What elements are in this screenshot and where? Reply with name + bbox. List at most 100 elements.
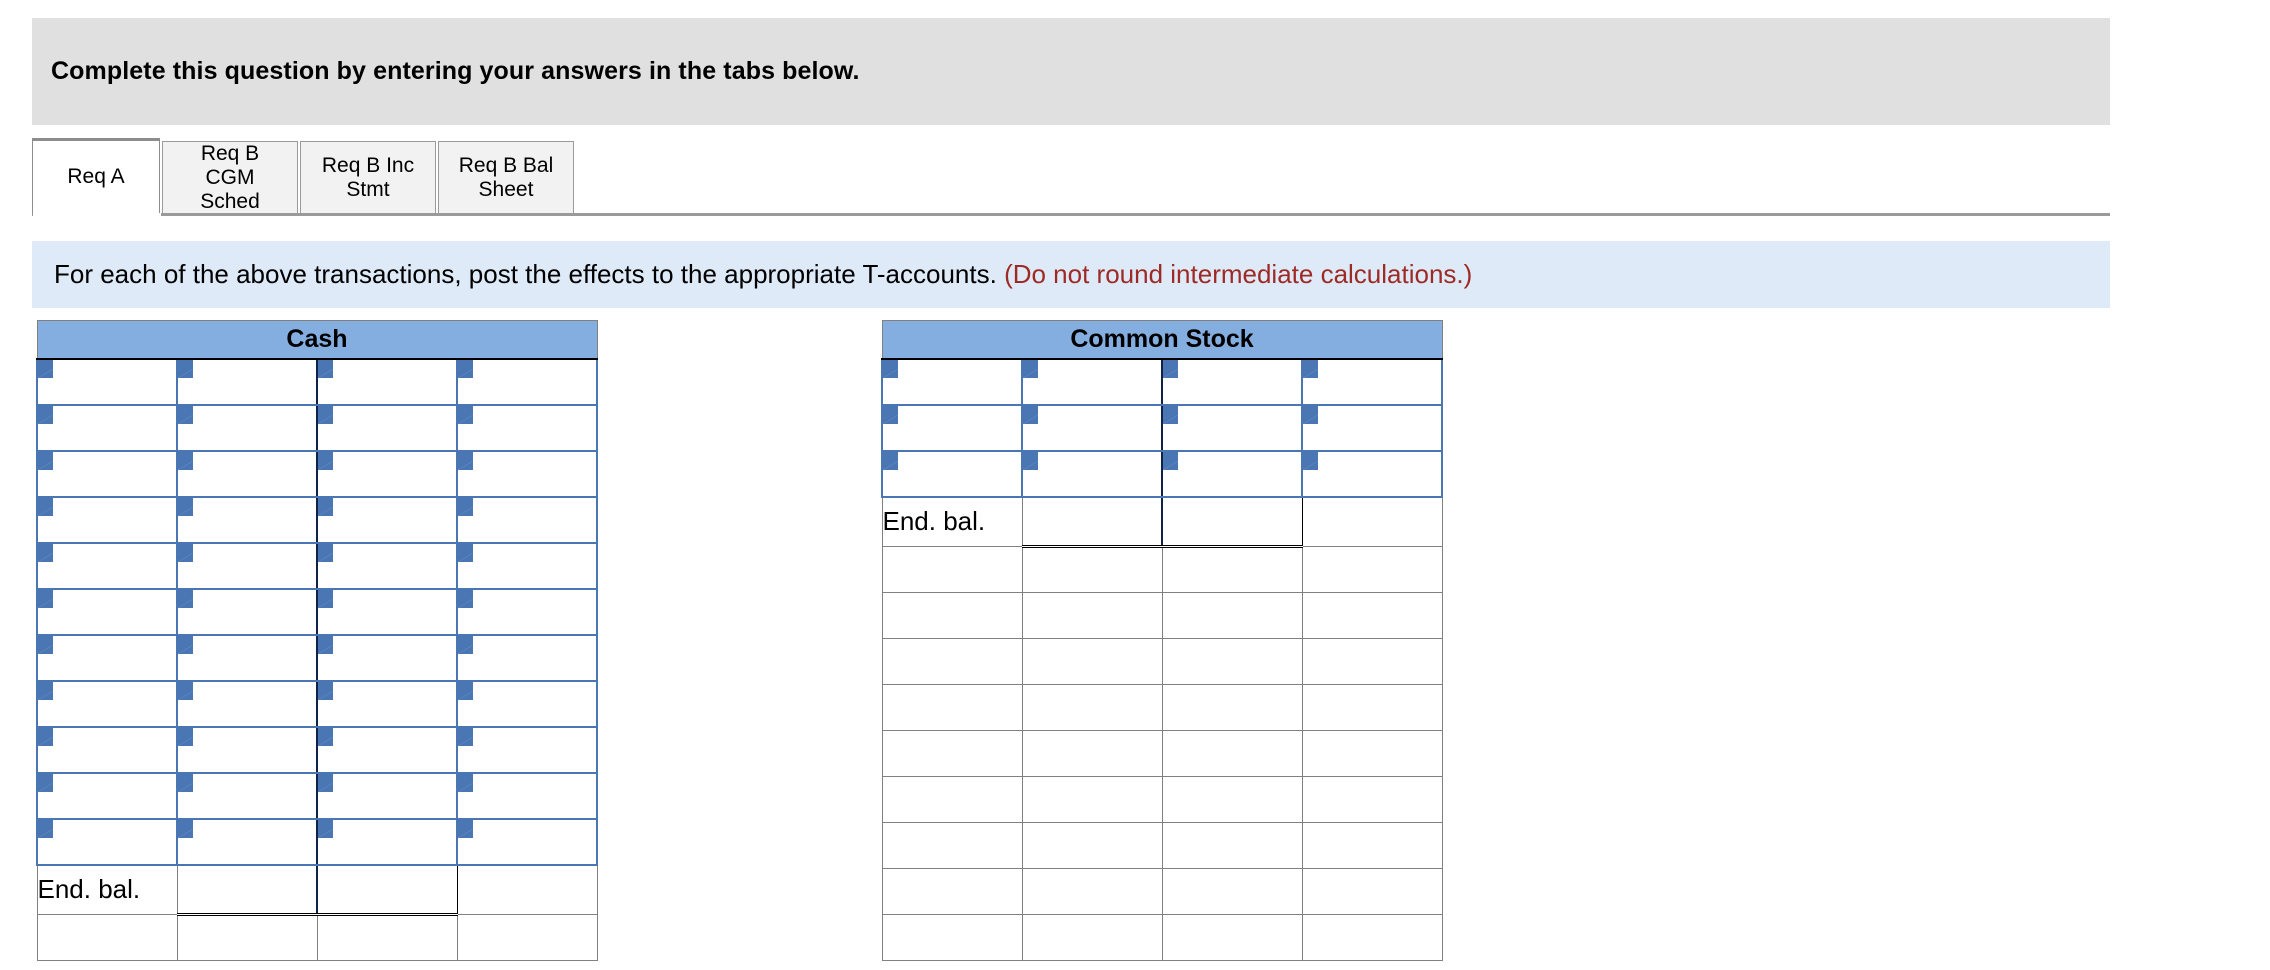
end-balance-spacer-cell bbox=[456, 863, 598, 915]
table-row bbox=[36, 541, 598, 590]
question-header-bar: Complete this question by entering your … bbox=[32, 18, 2110, 125]
account-entry-cell[interactable] bbox=[36, 495, 178, 544]
end-balance-value-cell[interactable] bbox=[176, 863, 318, 916]
account-entry-cell[interactable] bbox=[456, 403, 598, 452]
account-entry-cell[interactable] bbox=[456, 771, 598, 820]
account-header-row: Cash bbox=[36, 320, 598, 360]
account-entry-cell[interactable] bbox=[456, 817, 598, 866]
empty-cell bbox=[456, 914, 598, 961]
account-entry-cell[interactable] bbox=[316, 587, 458, 636]
account-entry-cell[interactable] bbox=[456, 679, 598, 728]
empty-cell bbox=[1021, 546, 1163, 593]
page-root: Complete this question by entering your … bbox=[0, 0, 2270, 970]
empty-cell bbox=[1021, 822, 1163, 869]
end-balance-value-cell[interactable] bbox=[1021, 495, 1163, 548]
table-row bbox=[36, 587, 598, 636]
account-entry-cell[interactable] bbox=[176, 679, 318, 728]
empty-cell bbox=[1301, 638, 1443, 685]
account-entry-cell[interactable] bbox=[316, 403, 458, 452]
end-balance-label: End. bal. bbox=[36, 863, 178, 915]
account-entry-cell[interactable] bbox=[176, 633, 318, 682]
end-balance-value-cell[interactable] bbox=[1161, 495, 1303, 548]
empty-cell bbox=[1161, 868, 1303, 915]
account-entry-cell[interactable] bbox=[176, 357, 318, 406]
account-entry-cell[interactable] bbox=[1301, 357, 1443, 406]
requirement-text: For each of the above transactions, post… bbox=[54, 259, 1005, 289]
account-entry-cell[interactable] bbox=[176, 495, 318, 544]
account-entry-cell[interactable] bbox=[1161, 449, 1303, 498]
account-entry-cell[interactable] bbox=[36, 725, 178, 774]
account-entry-cell[interactable] bbox=[456, 587, 598, 636]
table-row-empty bbox=[881, 730, 1443, 777]
account-header-row: Common Stock bbox=[881, 320, 1443, 360]
account-entry-cell[interactable] bbox=[456, 541, 598, 590]
account-entry-cell[interactable] bbox=[36, 403, 178, 452]
tab-label: Req A bbox=[67, 165, 125, 189]
account-entry-cell[interactable] bbox=[316, 679, 458, 728]
tab-req-b-cgm-sched[interactable]: Req B CGM Sched bbox=[162, 141, 298, 214]
account-entry-cell[interactable] bbox=[36, 679, 178, 728]
requirement-text-wrap: For each of the above transactions, post… bbox=[32, 259, 1472, 290]
requirement-note: (Do not round intermediate calculations.… bbox=[1004, 259, 1473, 289]
t-account-cash: Cash End. bal. bbox=[36, 320, 598, 961]
account-entry-cell[interactable] bbox=[316, 771, 458, 820]
table-row-empty bbox=[881, 868, 1443, 915]
account-title: Cash bbox=[36, 320, 598, 360]
account-entry-cell[interactable] bbox=[36, 587, 178, 636]
account-entry-cell[interactable] bbox=[1301, 403, 1443, 452]
account-entry-cell[interactable] bbox=[36, 357, 178, 406]
account-entry-cell[interactable] bbox=[1161, 357, 1303, 406]
requirement-bar: For each of the above transactions, post… bbox=[32, 241, 2110, 308]
account-entry-cell[interactable] bbox=[316, 633, 458, 682]
account-entry-cell[interactable] bbox=[36, 817, 178, 866]
account-entry-cell[interactable] bbox=[316, 725, 458, 774]
account-entry-cell[interactable] bbox=[1021, 449, 1163, 498]
account-entry-cell[interactable] bbox=[456, 495, 598, 544]
account-entry-cell[interactable] bbox=[316, 357, 458, 406]
account-entry-cell[interactable] bbox=[176, 541, 318, 590]
tab-strip: Req A Req B CGM Sched Req B Inc Stmt Req B … bbox=[32, 138, 2110, 216]
account-entry-cell[interactable] bbox=[881, 449, 1023, 498]
account-entry-cell[interactable] bbox=[456, 725, 598, 774]
account-entry-cell[interactable] bbox=[36, 771, 178, 820]
account-entry-cell[interactable] bbox=[316, 449, 458, 498]
account-entry-cell[interactable] bbox=[176, 403, 318, 452]
empty-cell bbox=[36, 914, 178, 961]
account-entry-cell[interactable] bbox=[1161, 403, 1303, 452]
account-entry-cell[interactable] bbox=[456, 449, 598, 498]
empty-cell bbox=[1301, 592, 1443, 639]
account-entry-cell[interactable] bbox=[1021, 403, 1163, 452]
empty-cell bbox=[1161, 638, 1303, 685]
empty-cell bbox=[1301, 776, 1443, 823]
account-entry-cell[interactable] bbox=[36, 449, 178, 498]
table-row-empty bbox=[881, 914, 1443, 961]
account-entry-cell[interactable] bbox=[176, 587, 318, 636]
account-entry-cell[interactable] bbox=[176, 771, 318, 820]
account-entry-cell[interactable] bbox=[1021, 357, 1163, 406]
account-entry-cell[interactable] bbox=[456, 357, 598, 406]
tab-list: Req A Req B CGM Sched Req B Inc Stmt Req B … bbox=[32, 138, 576, 214]
empty-cell bbox=[1301, 822, 1443, 869]
account-entry-cell[interactable] bbox=[176, 817, 318, 866]
account-entry-cell[interactable] bbox=[881, 357, 1023, 406]
tab-req-b-bal-sheet[interactable]: Req B Bal Sheet bbox=[438, 141, 574, 214]
account-entry-cell[interactable] bbox=[456, 633, 598, 682]
account-entry-cell[interactable] bbox=[176, 449, 318, 498]
table-row bbox=[36, 495, 598, 544]
end-balance-value-cell[interactable] bbox=[316, 863, 458, 916]
account-entry-cell[interactable] bbox=[176, 725, 318, 774]
account-entry-cell[interactable] bbox=[36, 633, 178, 682]
account-entry-cell[interactable] bbox=[1301, 449, 1443, 498]
tab-req-a[interactable]: Req A bbox=[32, 138, 160, 214]
table-row bbox=[36, 771, 598, 820]
tab-req-b-inc-stmt[interactable]: Req B Inc Stmt bbox=[300, 141, 436, 214]
table-row-empty bbox=[881, 546, 1443, 593]
account-entry-cell[interactable] bbox=[36, 541, 178, 590]
account-entry-cell[interactable] bbox=[316, 817, 458, 866]
account-entry-cell[interactable] bbox=[316, 495, 458, 544]
account-entry-cell[interactable] bbox=[881, 403, 1023, 452]
empty-cell bbox=[1021, 868, 1163, 915]
t-account-common-stock: Common Stock End. bal. bbox=[881, 320, 1443, 961]
tab-label: Req B Inc Stmt bbox=[321, 153, 415, 201]
account-entry-cell[interactable] bbox=[316, 541, 458, 590]
